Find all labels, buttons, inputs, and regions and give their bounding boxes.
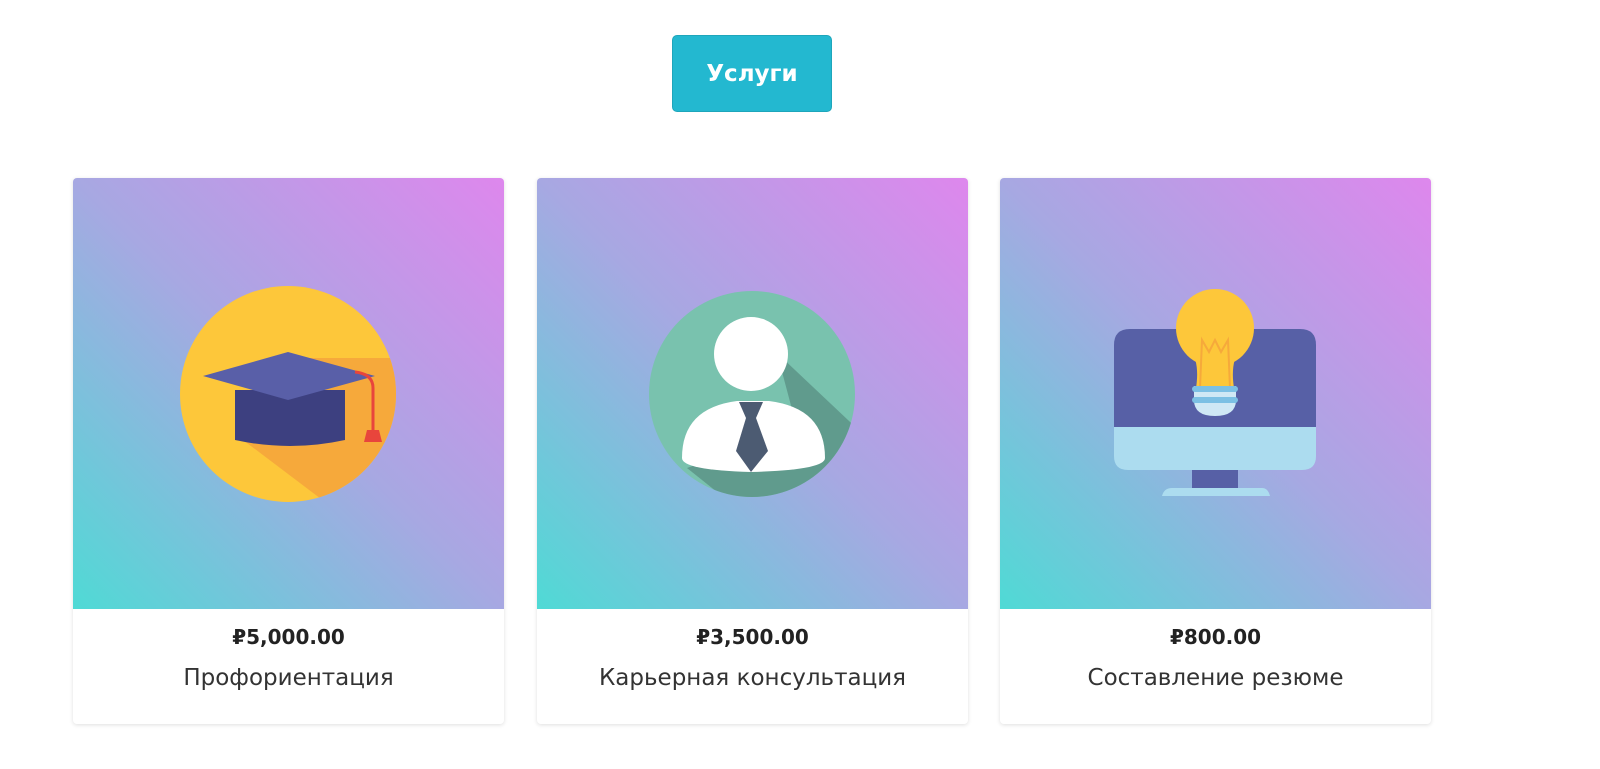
service-image: [1000, 178, 1431, 609]
service-title: Профориентация: [183, 665, 394, 691]
service-card-career-guidance[interactable]: ₽5,000.00 Профориентация: [73, 178, 504, 724]
service-image: [537, 178, 968, 609]
service-title: Составление резюме: [1087, 665, 1344, 691]
services-page: Услуги ₽5,000.00 Профориентация ₽3,500.0…: [0, 0, 1600, 769]
monitor-lightbulb-icon: [1114, 289, 1316, 496]
businessman-icon: [649, 291, 855, 497]
service-image: [73, 178, 504, 609]
service-card-resume-writing[interactable]: ₽800.00 Составление резюме: [1000, 178, 1431, 724]
service-price: ₽3,500.00: [696, 625, 809, 649]
service-title: Карьерная консультация: [598, 665, 907, 691]
services-button-label: Услуги: [706, 60, 798, 87]
service-price: ₽5,000.00: [232, 625, 345, 649]
service-price: ₽800.00: [1169, 625, 1262, 649]
service-card-career-consultation[interactable]: ₽3,500.00 Карьерная консультация: [537, 178, 968, 724]
services-button[interactable]: Услуги: [672, 35, 832, 112]
graduation-cap-icon: [180, 286, 396, 502]
